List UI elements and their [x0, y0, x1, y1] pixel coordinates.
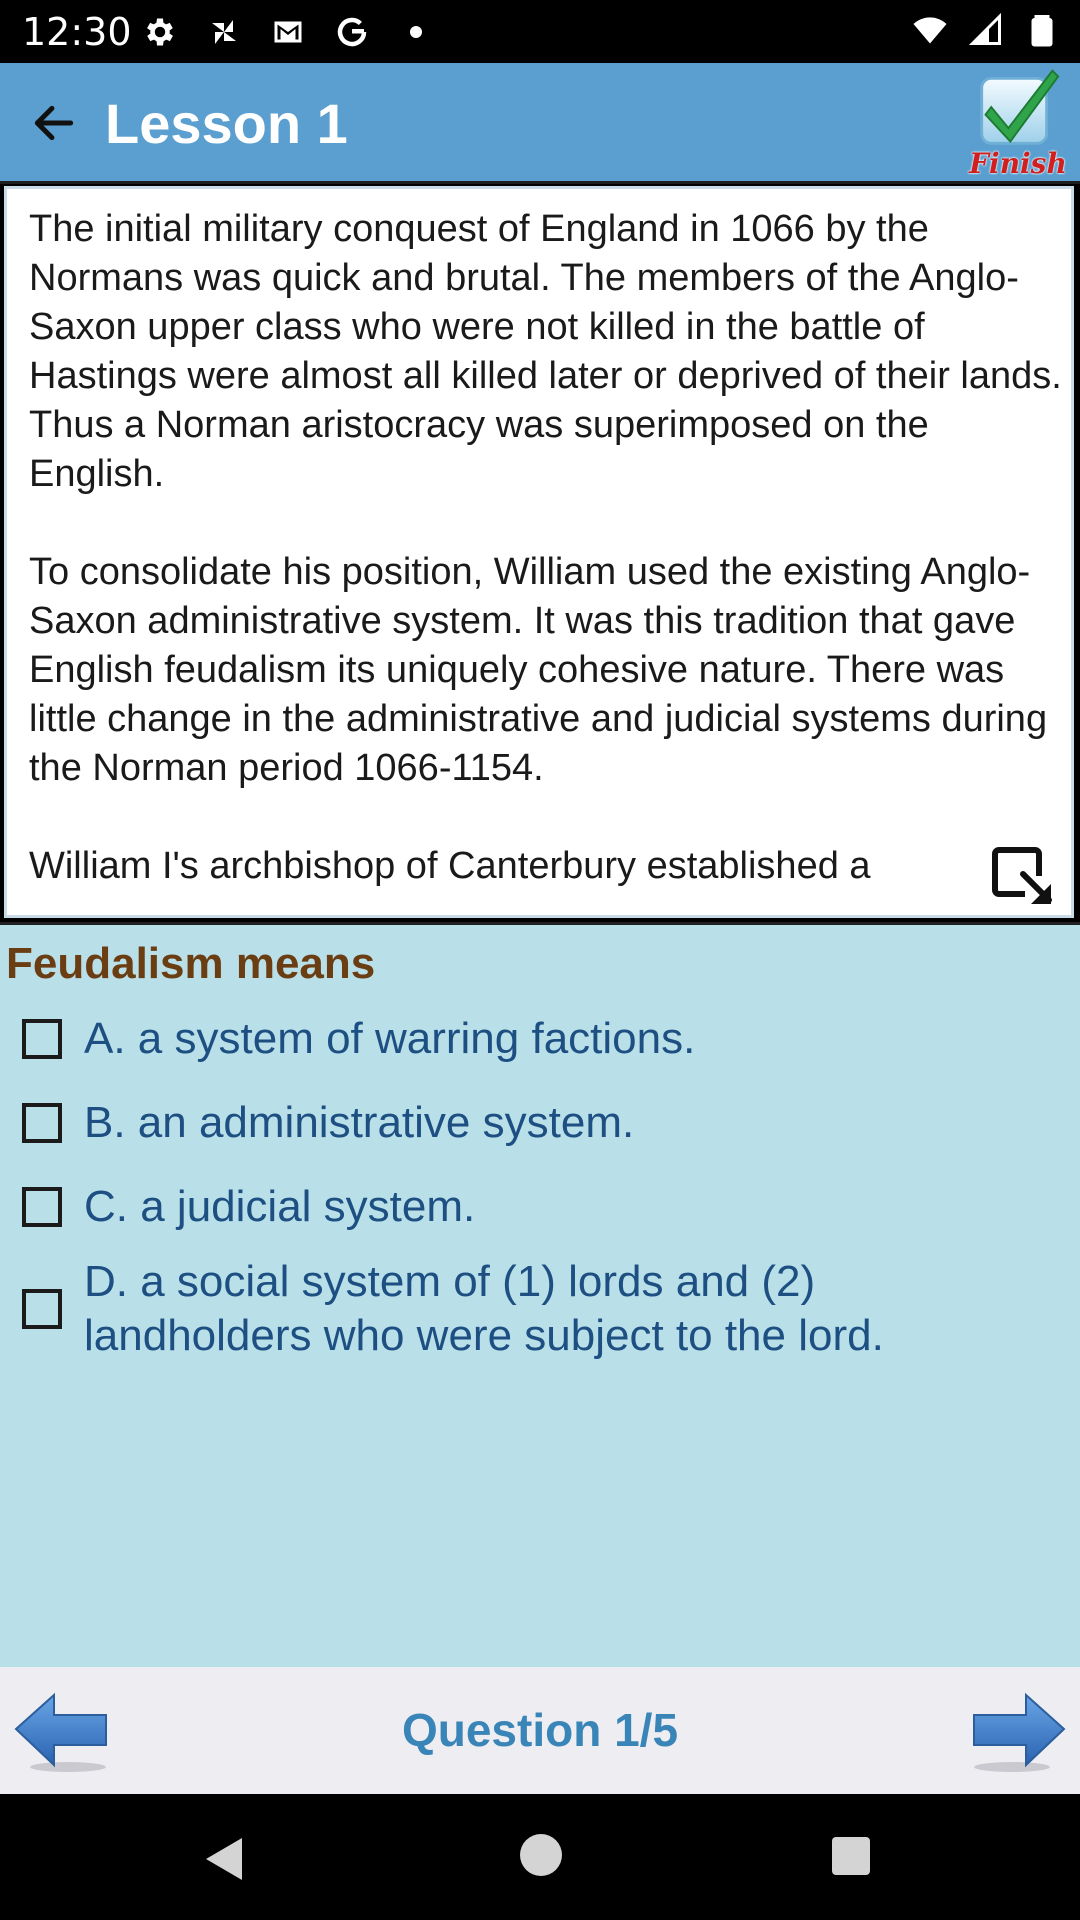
dot-icon	[396, 12, 436, 52]
passage-paragraph: William I's archbishop of Canterbury est…	[29, 845, 871, 887]
page-title: Lesson 1	[105, 92, 348, 155]
pinwheel-icon	[204, 12, 244, 52]
option-c[interactable]: C. a judicial system.	[22, 1180, 1014, 1234]
option-b-label: B. an administrative system.	[84, 1098, 635, 1147]
battery-icon	[1022, 10, 1062, 50]
option-a-label: A. a system of warring factions.	[84, 1014, 696, 1063]
finish-label: Finish	[969, 147, 1067, 180]
passage-text: The initial military conquest of England…	[29, 205, 1065, 915]
triangle-back-icon	[206, 1838, 242, 1880]
expand-passage-button[interactable]	[989, 844, 1057, 908]
passage-paragraph: The initial military conquest of England…	[29, 208, 1062, 495]
gmail-icon	[268, 12, 308, 52]
app-bar: Lesson 1 Finish	[0, 63, 1080, 184]
expand-icon	[992, 847, 1052, 904]
option-d[interactable]: D. a social system of (1) lords and (2) …	[22, 1255, 1014, 1363]
question-title: Feudalism means	[6, 939, 376, 988]
system-home-button[interactable]	[520, 1834, 562, 1876]
reading-passage[interactable]: The initial military conquest of England…	[4, 186, 1074, 918]
system-recents-button[interactable]	[832, 1837, 870, 1875]
status-system-icons	[910, 10, 1062, 50]
question-counter: Question 1/5	[401, 1704, 679, 1756]
system-back-button[interactable]	[200, 1834, 250, 1884]
settings-icon	[140, 12, 180, 52]
system-navigation-bar	[0, 1794, 1080, 1920]
wifi-icon	[910, 10, 950, 50]
option-a-checkbox[interactable]	[22, 1019, 62, 1059]
option-b[interactable]: B. an administrative system.	[22, 1096, 1014, 1150]
signal-icon	[966, 10, 1006, 50]
option-d-checkbox[interactable]	[22, 1289, 62, 1329]
status-bar: 12:30	[0, 0, 1080, 63]
option-a[interactable]: A. a system of warring factions.	[22, 1012, 1014, 1066]
checkmark-box-icon	[980, 69, 1060, 145]
google-icon	[332, 12, 372, 52]
finish-button[interactable]: Finish	[968, 65, 1068, 180]
option-d-label: D. a social system of (1) lords and (2) …	[84, 1257, 884, 1360]
status-time: 12:30	[22, 10, 132, 54]
status-notification-icons	[140, 12, 436, 52]
back-button[interactable]	[22, 93, 86, 153]
question-navigation: Question 1/5	[0, 1667, 1080, 1794]
arrow-left-icon	[34, 105, 74, 141]
option-c-label: C. a judicial system.	[84, 1182, 476, 1231]
question-panel: Feudalism means A. a system of warring f…	[0, 925, 1080, 1667]
option-c-checkbox[interactable]	[22, 1187, 62, 1227]
option-b-checkbox[interactable]	[22, 1103, 62, 1143]
next-question-button[interactable]	[968, 1687, 1068, 1775]
passage-paragraph: To consolidate his position, William use…	[29, 551, 1048, 789]
arrow-right-icon	[973, 1692, 1066, 1772]
